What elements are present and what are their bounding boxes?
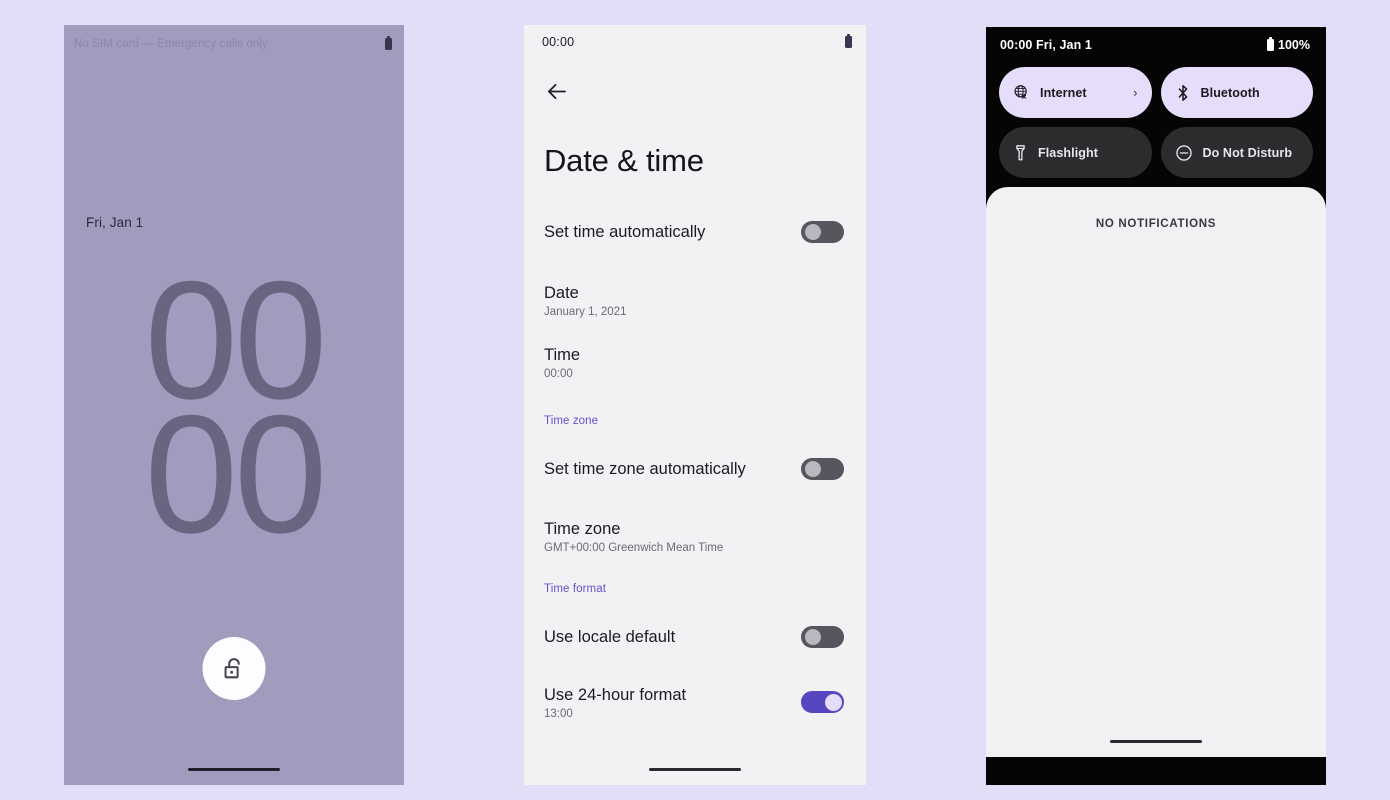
row-title: Time zone: [544, 520, 621, 539]
toggle-set-time-automatically[interactable]: [801, 221, 844, 243]
carrier-text: No SIM card — Emergency calls only: [74, 38, 268, 50]
clock-minutes: 00: [144, 380, 328, 569]
row-text: Set time automatically: [544, 221, 705, 243]
quick-settings-device: 00:00 Fri, Jan 1 100% Internet › Bluetoo…: [986, 27, 1326, 785]
row-text: Set time zone automatically: [544, 458, 746, 480]
row-title: Set time automatically: [544, 222, 706, 241]
flashlight-icon: [1016, 144, 1025, 160]
home-indicator[interactable]: [1110, 739, 1202, 743]
status-time: 00:00: [542, 35, 575, 49]
settings-status-bar: 00:00: [524, 25, 866, 59]
bluetooth-icon: [1178, 84, 1187, 101]
row-title: Set time zone automatically: [544, 459, 746, 478]
row-title: Use 24-hour format: [544, 686, 687, 705]
setting-row-time[interactable]: Time 00:00: [524, 342, 866, 382]
unlock-padlock-icon: [224, 658, 240, 679]
home-indicator[interactable]: [649, 767, 741, 771]
setting-row-use-24-hour-format[interactable]: Use 24-hour format 13:00: [524, 682, 866, 722]
tile-flashlight[interactable]: Flashlight: [999, 127, 1152, 178]
battery-percent-label: 100%: [1278, 38, 1310, 52]
lock-screen-date: Fri, Jan 1: [86, 215, 144, 230]
do-not-disturb-icon: [1175, 144, 1192, 161]
toggle-use-24-hour-format[interactable]: [801, 691, 844, 713]
setting-row-time-zone[interactable]: Time zone GMT+00:00 Greenwich Mean Time: [524, 516, 866, 556]
unlock-button[interactable]: [202, 637, 266, 700]
back-arrow-icon: [547, 83, 566, 99]
row-subtitle: 13:00: [544, 707, 573, 720]
notification-shade: NO NOTIFICATIONS: [986, 187, 1326, 757]
home-indicator[interactable]: [188, 767, 280, 771]
tile-label: Internet: [1040, 85, 1087, 100]
lock-screen-device: No SIM card — Emergency calls only Fri, …: [64, 25, 404, 785]
lock-screen-clock: 00 00: [64, 256, 404, 569]
setting-row-date[interactable]: Date January 1, 2021: [524, 280, 866, 320]
battery-icon: [1267, 37, 1275, 51]
tile-do-not-disturb[interactable]: Do Not Disturb: [1160, 127, 1313, 178]
battery-icon: [845, 34, 852, 48]
lock-status-bar: No SIM card — Emergency calls only: [64, 25, 404, 63]
row-text: Use locale default: [544, 626, 675, 648]
tile-internet[interactable]: Internet ›: [999, 67, 1152, 118]
row-text: Time zone GMT+00:00 Greenwich Mean Time: [544, 518, 723, 553]
battery-status: 100%: [1267, 37, 1310, 52]
tile-label: Flashlight: [1038, 145, 1099, 160]
setting-row-set-time-zone-automatically[interactable]: Set time zone automatically: [524, 449, 866, 489]
row-text: Use 24-hour format 13:00: [544, 684, 686, 719]
toggle-set-time-zone-automatically[interactable]: [801, 458, 844, 480]
tile-bluetooth[interactable]: Bluetooth: [1160, 67, 1313, 118]
no-notifications-label: NO NOTIFICATIONS: [1095, 218, 1217, 230]
row-subtitle: January 1, 2021: [544, 305, 627, 318]
setting-row-use-locale-default[interactable]: Use locale default: [524, 617, 866, 657]
row-subtitle: 00:00: [544, 367, 573, 380]
row-text: Date January 1, 2021: [544, 282, 626, 317]
settings-device: 00:00 Date & time Set time automatically…: [524, 25, 866, 785]
setting-row-set-time-automatically[interactable]: Set time automatically: [524, 212, 866, 252]
section-header-time-format: Time format: [544, 583, 607, 595]
globe-off-icon: [1014, 85, 1027, 99]
row-text: Time 00:00: [544, 344, 580, 379]
toggle-use-locale-default[interactable]: [801, 626, 844, 648]
settings-list: Set time automatically Date January 1, 2…: [524, 212, 866, 722]
screenshot-stage: No SIM card — Emergency calls only Fri, …: [0, 0, 1390, 800]
back-button[interactable]: [534, 69, 578, 113]
row-title: Time: [544, 346, 581, 365]
tile-label: Do Not Disturb: [1202, 145, 1293, 160]
row-title: Date: [544, 284, 579, 303]
quick-settings-status-bar: 00:00 Fri, Jan 1 100%: [986, 27, 1326, 63]
page-title: Date & time: [544, 143, 704, 178]
battery-icon: [385, 36, 392, 50]
section-header-time-zone: Time zone: [544, 415, 599, 427]
chevron-right-icon[interactable]: ›: [1133, 85, 1137, 100]
row-title: Use locale default: [544, 627, 676, 646]
tile-label: Bluetooth: [1200, 85, 1260, 100]
quick-settings-tiles: Internet › Bluetooth Flashlight Do Not D…: [986, 63, 1326, 178]
row-subtitle: GMT+00:00 Greenwich Mean Time: [544, 541, 724, 554]
status-time-date: 00:00 Fri, Jan 1: [1000, 38, 1092, 52]
